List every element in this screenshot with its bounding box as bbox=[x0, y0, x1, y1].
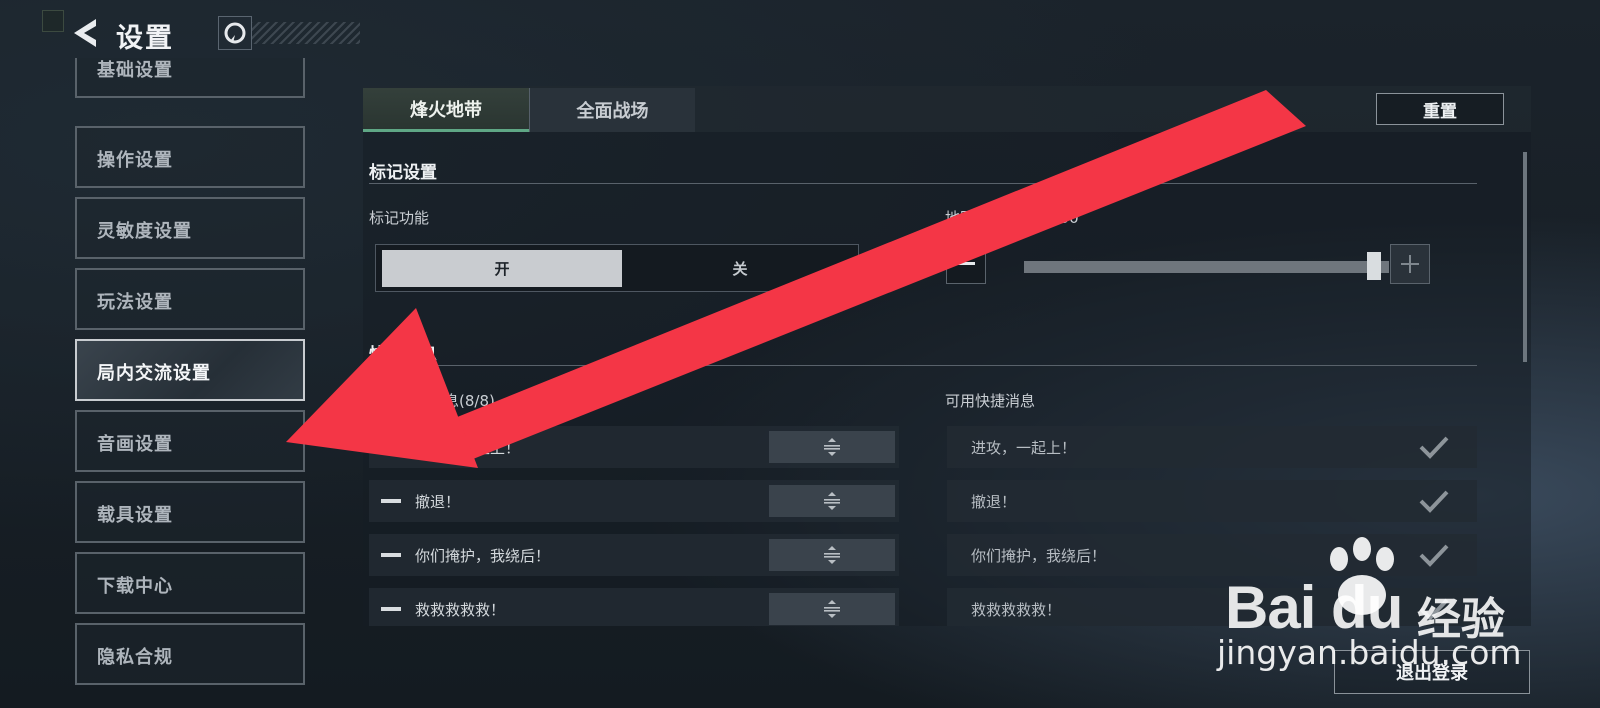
current-message-row: 撤退！ bbox=[369, 480, 899, 522]
plus-icon bbox=[1401, 255, 1419, 273]
drag-handle-icon bbox=[824, 438, 840, 456]
drag-handle-icon bbox=[824, 492, 840, 510]
watermark-url: jingyan.baidu.com bbox=[1217, 633, 1522, 672]
sidebar-item-privacy[interactable]: 隐私合规 bbox=[75, 623, 305, 685]
page-title: 设置 bbox=[116, 23, 174, 54]
drag-handle-icon bbox=[824, 546, 840, 564]
available-message-row[interactable]: 撤退！ bbox=[947, 480, 1477, 522]
remove-message-button[interactable] bbox=[381, 607, 401, 611]
remove-message-button[interactable] bbox=[381, 553, 401, 557]
message-text: 救救救救救！ bbox=[415, 601, 506, 619]
sidebar-item-label: 下载中心 bbox=[97, 576, 173, 597]
mark-feature-label: 标记功能 bbox=[369, 209, 430, 227]
message-text: 撤退！ bbox=[971, 493, 1017, 511]
opacity-increase-button[interactable] bbox=[1390, 244, 1430, 284]
sidebar-item-label: 基础设置 bbox=[97, 60, 173, 81]
toggle-on-option[interactable]: 开 bbox=[382, 250, 622, 287]
sidebar-item-label: 局内交流设置 bbox=[97, 363, 211, 384]
current-messages-label: 当前快捷消息(8/8) bbox=[369, 392, 495, 410]
back-button[interactable] bbox=[70, 16, 100, 50]
headset-icon bbox=[224, 22, 246, 44]
sidebar-item-basic[interactable]: 基础设置 bbox=[75, 58, 305, 98]
drag-handle-button[interactable] bbox=[769, 485, 895, 517]
mode-tab-bar: 烽火地带 全面战场 重置 bbox=[363, 86, 1531, 132]
section-divider bbox=[369, 365, 1477, 366]
sidebar-item-vehicle[interactable]: 载具设置 bbox=[75, 481, 305, 543]
opacity-slider-track[interactable] bbox=[1024, 261, 1389, 273]
sidebar-item-audio-video[interactable]: 音画设置 bbox=[75, 410, 305, 472]
sidebar-item-communication[interactable]: 局内交流设置 bbox=[75, 339, 305, 401]
settings-sidebar: 基础设置 操作设置 灵敏度设置 玩法设置 局内交流设置 音画设置 载具设置 下载… bbox=[75, 58, 305, 708]
opacity-decrease-button[interactable] bbox=[946, 244, 986, 284]
watermark-brand: Bai du bbox=[1225, 574, 1403, 641]
panel-scrollbar[interactable] bbox=[1523, 152, 1527, 362]
sidebar-item-sensitivity[interactable]: 灵敏度设置 bbox=[75, 197, 305, 259]
sidebar-item-controls[interactable]: 操作设置 bbox=[75, 126, 305, 188]
quick-message-section-title: 快捷消息 bbox=[369, 345, 437, 365]
current-message-row: 救救救救救！ bbox=[369, 588, 899, 626]
toggle-off-option[interactable]: 关 bbox=[622, 250, 858, 287]
support-button[interactable] bbox=[218, 16, 252, 50]
sidebar-item-label: 音画设置 bbox=[97, 434, 173, 455]
message-text: 救救救救救！ bbox=[971, 601, 1062, 619]
back-arrow-icon bbox=[74, 19, 96, 47]
sidebar-item-label: 操作设置 bbox=[97, 150, 173, 171]
sidebar-item-label: 玩法设置 bbox=[97, 292, 173, 313]
current-message-row: 进攻，一起上！ bbox=[369, 426, 899, 468]
remove-message-button[interactable] bbox=[381, 445, 401, 449]
header-hatch-decoration bbox=[250, 22, 360, 44]
drag-handle-button[interactable] bbox=[769, 539, 895, 571]
opacity-slider-handle[interactable] bbox=[1367, 252, 1381, 280]
message-text: 你们掩护，我绕后！ bbox=[415, 547, 551, 565]
available-messages-label: 可用快捷消息 bbox=[945, 392, 1036, 410]
check-icon[interactable] bbox=[1419, 489, 1449, 513]
remove-message-button[interactable] bbox=[381, 499, 401, 503]
sidebar-item-downloads[interactable]: 下载中心 bbox=[75, 552, 305, 614]
sidebar-item-label: 灵敏度设置 bbox=[97, 221, 192, 242]
tab-full-battlefield[interactable]: 全面战场 bbox=[529, 88, 695, 132]
section-divider bbox=[369, 183, 1477, 184]
minus-icon bbox=[957, 262, 975, 265]
available-message-row[interactable]: 进攻，一起上！ bbox=[947, 426, 1477, 468]
check-icon[interactable] bbox=[1419, 435, 1449, 459]
message-text: 进攻，一起上！ bbox=[971, 439, 1077, 457]
sidebar-item-label: 载具设置 bbox=[97, 505, 173, 526]
message-text: 进攻，一起上！ bbox=[415, 439, 521, 457]
baidu-watermark: Bai du 经验 jingyan.baidu.com bbox=[1217, 535, 1565, 695]
sidebar-item-gameplay[interactable]: 玩法设置 bbox=[75, 268, 305, 330]
mark-feature-toggle[interactable]: 开 关 bbox=[375, 244, 859, 292]
drag-handle-button[interactable] bbox=[769, 431, 895, 463]
message-text: 你们掩护，我绕后！ bbox=[971, 547, 1107, 565]
current-message-row: 你们掩护，我绕后！ bbox=[369, 534, 899, 576]
mark-section-title: 标记设置 bbox=[369, 163, 437, 183]
tab-hazard-zone[interactable]: 烽火地带 bbox=[363, 88, 529, 132]
drag-handle-button[interactable] bbox=[769, 593, 895, 625]
message-text: 撤退！ bbox=[415, 493, 461, 511]
sidebar-item-label: 隐私合规 bbox=[97, 647, 173, 668]
map-marker-opacity-label: 地图标透明度：100 bbox=[945, 209, 1079, 227]
reset-button[interactable]: 重置 bbox=[1376, 93, 1504, 125]
drag-handle-icon bbox=[824, 600, 840, 618]
corner-decoration bbox=[42, 10, 64, 32]
